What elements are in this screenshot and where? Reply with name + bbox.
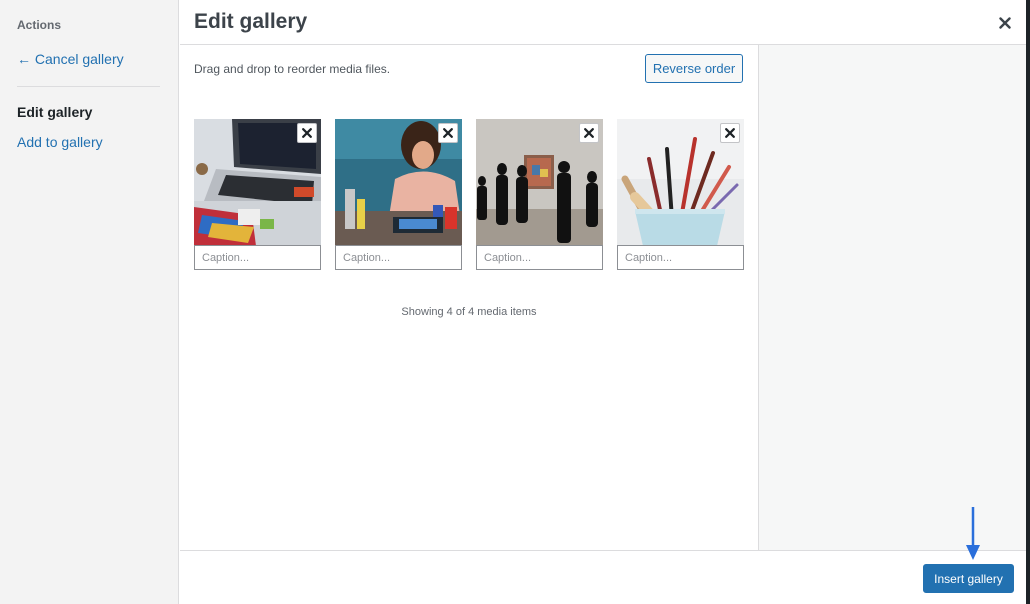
actions-heading: Actions (17, 18, 62, 32)
remove-item-button[interactable] (297, 123, 317, 143)
gallery-item[interactable] (476, 119, 603, 271)
sidebar-item-add-to-gallery[interactable]: Add to gallery (17, 134, 103, 150)
close-icon (443, 128, 453, 138)
gallery-item[interactable] (194, 119, 321, 271)
caption-input[interactable] (617, 245, 744, 270)
window-edge (1026, 0, 1030, 604)
close-icon (725, 128, 735, 138)
attachment-details-pane (758, 45, 1030, 550)
close-button[interactable] (994, 12, 1016, 34)
remove-item-button[interactable] (438, 123, 458, 143)
close-icon (584, 128, 594, 138)
reverse-order-button[interactable]: Reverse order (645, 54, 743, 83)
gallery-item[interactable] (617, 119, 744, 271)
insert-gallery-button[interactable]: Insert gallery (923, 564, 1014, 593)
caption-input[interactable] (335, 245, 462, 270)
media-count: Showing 4 of 4 media items (401, 306, 537, 318)
close-icon (302, 128, 312, 138)
sidebar-divider (17, 86, 160, 87)
footer-divider (180, 550, 1030, 551)
gallery-item[interactable] (335, 119, 462, 271)
remove-item-button[interactable] (720, 123, 740, 143)
reorder-instructions: Drag and drop to reorder media files. (194, 62, 391, 76)
cancel-gallery-link[interactable]: ← Cancel gallery (17, 51, 124, 67)
close-icon (999, 17, 1011, 29)
caption-input[interactable] (194, 245, 321, 270)
sidebar-item-edit-gallery[interactable]: Edit gallery (17, 104, 92, 120)
caption-input[interactable] (476, 245, 603, 270)
remove-item-button[interactable] (579, 123, 599, 143)
page-title: Edit gallery (194, 10, 308, 33)
sidebar: Actions ← Cancel gallery Edit gallery Ad… (0, 0, 179, 604)
arrow-down-icon (966, 507, 980, 560)
